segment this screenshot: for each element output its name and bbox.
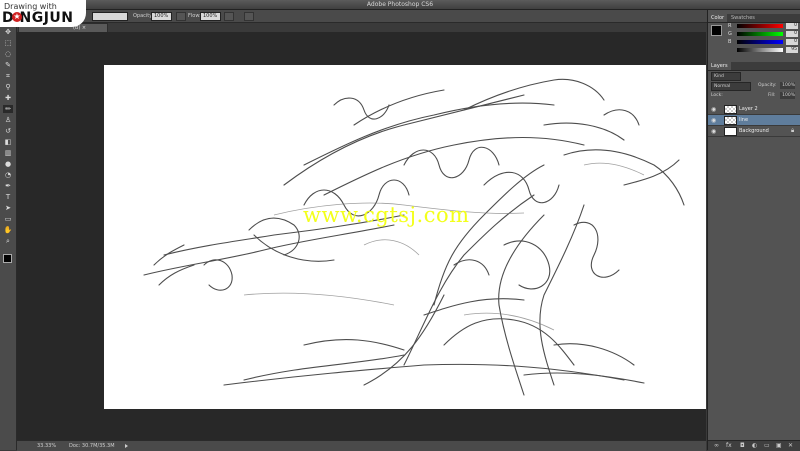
layer-opacity-field[interactable]: 100% bbox=[780, 82, 795, 89]
flow-field[interactable]: 100% bbox=[200, 12, 221, 21]
options-bar: Opacity: 100% Flow: 100% bbox=[0, 10, 800, 23]
blend-mode-dropdown[interactable]: Normal bbox=[711, 82, 751, 91]
tab-layers[interactable]: Layers bbox=[708, 62, 731, 70]
pressure-size-icon[interactable] bbox=[244, 12, 254, 21]
visibility-eye-icon[interactable]: ◉ bbox=[711, 106, 716, 113]
channel-b-row: B 0 bbox=[728, 39, 798, 45]
right-panels: Color Swatches R 0 G 0 B 0 95 Layers Kin… bbox=[708, 10, 800, 451]
layers-panel-tabs: Layers bbox=[708, 62, 800, 71]
delete-layer-icon[interactable]: ✕ bbox=[788, 442, 793, 449]
star-icon: ★ bbox=[12, 12, 22, 22]
airbrush-icon[interactable] bbox=[224, 12, 234, 21]
hand-tool-icon[interactable]: ✋ bbox=[3, 226, 13, 234]
quick-select-tool-icon[interactable]: ✎ bbox=[3, 61, 13, 69]
lock-label: Lock: bbox=[711, 93, 723, 98]
foreground-color-swatch[interactable] bbox=[711, 25, 722, 36]
brush-tool-icon[interactable]: ✏ bbox=[3, 105, 13, 113]
layer-name: line bbox=[739, 117, 749, 123]
layer-thumbnail bbox=[724, 116, 737, 125]
tab-swatches[interactable]: Swatches bbox=[728, 14, 758, 22]
sketch-drawing bbox=[143, 78, 685, 396]
layer-row[interactable]: ◉ Background 🔒︎ bbox=[708, 126, 800, 137]
channel-g-value[interactable]: 0 bbox=[786, 31, 798, 37]
type-tool-icon[interactable]: T bbox=[3, 193, 13, 201]
watermark-text: www.cgtsj.com bbox=[303, 203, 470, 227]
layer-row[interactable]: ◉ line bbox=[708, 115, 800, 126]
layer-opacity-label: Opacity: bbox=[758, 83, 777, 88]
channel-r-value[interactable]: 0 bbox=[786, 23, 798, 29]
gradient-tool-icon[interactable]: ▥ bbox=[3, 149, 13, 157]
channel-r-slider[interactable] bbox=[737, 24, 783, 28]
filter-kind-dropdown[interactable]: Kind bbox=[711, 72, 741, 81]
channel-b-label: B bbox=[728, 39, 732, 45]
layer-row[interactable]: ◉ Layer 2 bbox=[708, 104, 800, 115]
new-group-icon[interactable]: ▭ bbox=[764, 442, 770, 449]
visibility-eye-icon[interactable]: ◉ bbox=[711, 128, 716, 135]
status-bar: 33.33% Doc: 30.7M/35.3M bbox=[17, 440, 706, 451]
pressure-opacity-icon[interactable] bbox=[176, 12, 186, 21]
dodge-tool-icon[interactable]: ◔ bbox=[3, 171, 13, 179]
channel-k-row: 95 bbox=[728, 47, 798, 53]
channel-logo: Drawing with D NGJUN ★ bbox=[0, 0, 86, 27]
layer-thumbnail bbox=[724, 105, 737, 114]
channel-k-slider[interactable] bbox=[737, 48, 783, 52]
channel-r-label: R bbox=[728, 23, 732, 29]
crop-tool-icon[interactable]: ⌗ bbox=[3, 72, 13, 80]
eyedropper-tool-icon[interactable]: ⚲ bbox=[3, 83, 13, 91]
lasso-tool-icon[interactable]: ◌ bbox=[3, 50, 13, 58]
lock-icon: 🔒︎ bbox=[791, 127, 795, 134]
channel-g-slider[interactable] bbox=[737, 32, 783, 36]
flow-label: Flow: bbox=[188, 13, 201, 19]
move-tool-icon[interactable]: ✥ bbox=[3, 28, 13, 36]
layer-style-icon[interactable]: fx bbox=[726, 442, 732, 449]
marquee-tool-icon[interactable]: ⬚ bbox=[3, 39, 13, 47]
title-bar: Adobe Photoshop CS6 bbox=[0, 0, 800, 10]
layers-footer: ∞ fx ◘ ◐ ▭ ▣ ✕ bbox=[708, 440, 800, 451]
fill-label: Fill: bbox=[768, 93, 776, 98]
brush-mode-dropdown[interactable] bbox=[92, 12, 128, 21]
healing-tool-icon[interactable]: ✚ bbox=[3, 94, 13, 102]
visibility-eye-icon[interactable]: ◉ bbox=[711, 117, 716, 124]
new-layer-icon[interactable]: ▣ bbox=[776, 442, 782, 449]
color-panel-tabs: Color Swatches bbox=[708, 14, 800, 23]
tools-panel: ✥ ⬚ ◌ ✎ ⌗ ⚲ ✚ ✏ ♙ ↺ ◧ ▥ ● ◔ ✒ T ➤ ▭ ✋ ⌕ bbox=[0, 22, 17, 450]
fill-field[interactable]: 100% bbox=[780, 92, 795, 99]
document-canvas[interactable]: www.cgtsj.com bbox=[104, 65, 706, 409]
path-select-tool-icon[interactable]: ➤ bbox=[3, 204, 13, 212]
blur-tool-icon[interactable]: ● bbox=[3, 160, 13, 168]
zoom-tool-icon[interactable]: ⌕ bbox=[3, 237, 13, 245]
opacity-field[interactable]: 100% bbox=[151, 12, 172, 21]
layer-mask-icon[interactable]: ◘ bbox=[740, 442, 745, 449]
clone-stamp-tool-icon[interactable]: ♙ bbox=[3, 116, 13, 124]
channel-b-slider[interactable] bbox=[737, 40, 783, 44]
channel-r-row: R 0 bbox=[728, 23, 798, 29]
tab-color[interactable]: Color bbox=[708, 14, 728, 22]
pen-tool-icon[interactable]: ✒ bbox=[3, 182, 13, 190]
channel-k-value[interactable]: 95 bbox=[786, 47, 798, 53]
channel-g-row: G 0 bbox=[728, 31, 798, 37]
layer-name: Layer 2 bbox=[739, 106, 758, 112]
shape-tool-icon[interactable]: ▭ bbox=[3, 215, 13, 223]
layer-thumbnail bbox=[724, 127, 737, 136]
window-title: Adobe Photoshop CS6 bbox=[366, 1, 434, 8]
channel-b-value[interactable]: 0 bbox=[786, 39, 798, 45]
link-layers-icon[interactable]: ∞ bbox=[714, 442, 719, 449]
foreground-color-tool-swatch[interactable] bbox=[3, 254, 12, 263]
channel-g-label: G bbox=[728, 31, 732, 37]
adjustment-layer-icon[interactable]: ◐ bbox=[752, 442, 757, 449]
status-menu-arrow-icon[interactable] bbox=[125, 444, 128, 448]
eraser-tool-icon[interactable]: ◧ bbox=[3, 138, 13, 146]
layer-name: Background bbox=[739, 128, 769, 134]
history-brush-tool-icon[interactable]: ↺ bbox=[3, 127, 13, 135]
